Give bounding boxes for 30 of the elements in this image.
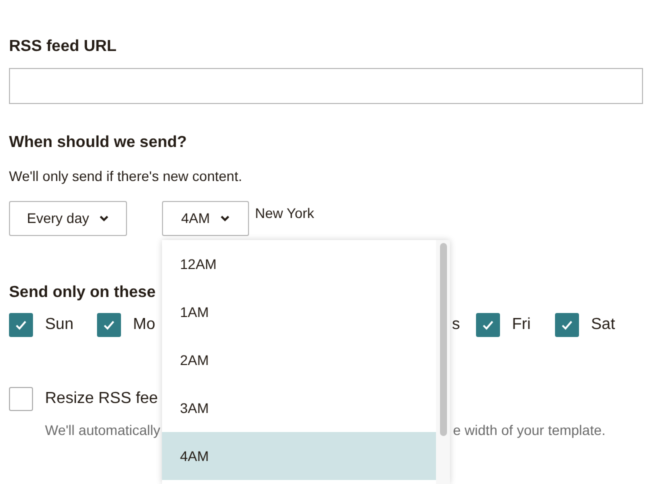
time-option[interactable]: 12AM <box>162 240 436 288</box>
day-label: s <box>452 315 461 335</box>
checkbox[interactable] <box>97 313 121 337</box>
time-option[interactable]: 4AM <box>162 432 436 480</box>
section-heading: When should we send? <box>9 133 188 153</box>
field-label: RSS feed URL <box>9 37 118 57</box>
section-note: We'll only send if there's new content. <box>9 167 244 185</box>
check-icon <box>14 318 28 332</box>
checkbox[interactable] <box>555 313 579 337</box>
time-select[interactable]: 4AM <box>162 201 249 236</box>
timezone-label: New York <box>255 204 314 222</box>
check-icon <box>481 318 495 332</box>
day-label: Fri <box>512 315 531 335</box>
caret-icon <box>220 215 230 222</box>
day-label: Mo <box>133 315 156 335</box>
checkbox[interactable] <box>9 387 33 411</box>
check-icon <box>102 318 116 332</box>
resize-label: Resize RSS fee <box>45 389 158 409</box>
caret-icon <box>99 215 110 222</box>
hint-text: e width of your template. <box>453 421 607 439</box>
hint-text: We'll automatically <box>45 421 162 439</box>
checkbox[interactable] <box>9 313 33 337</box>
frequency-select[interactable]: Every day <box>9 201 127 236</box>
section-heading: Send only on these <box>9 283 157 303</box>
day-label: Sat <box>591 315 616 335</box>
day-label: Sun <box>45 315 74 335</box>
checkbox[interactable] <box>476 313 500 337</box>
scrollbar[interactable] <box>436 240 450 484</box>
url-input-field[interactable] <box>9 68 643 104</box>
check-icon <box>560 318 574 332</box>
